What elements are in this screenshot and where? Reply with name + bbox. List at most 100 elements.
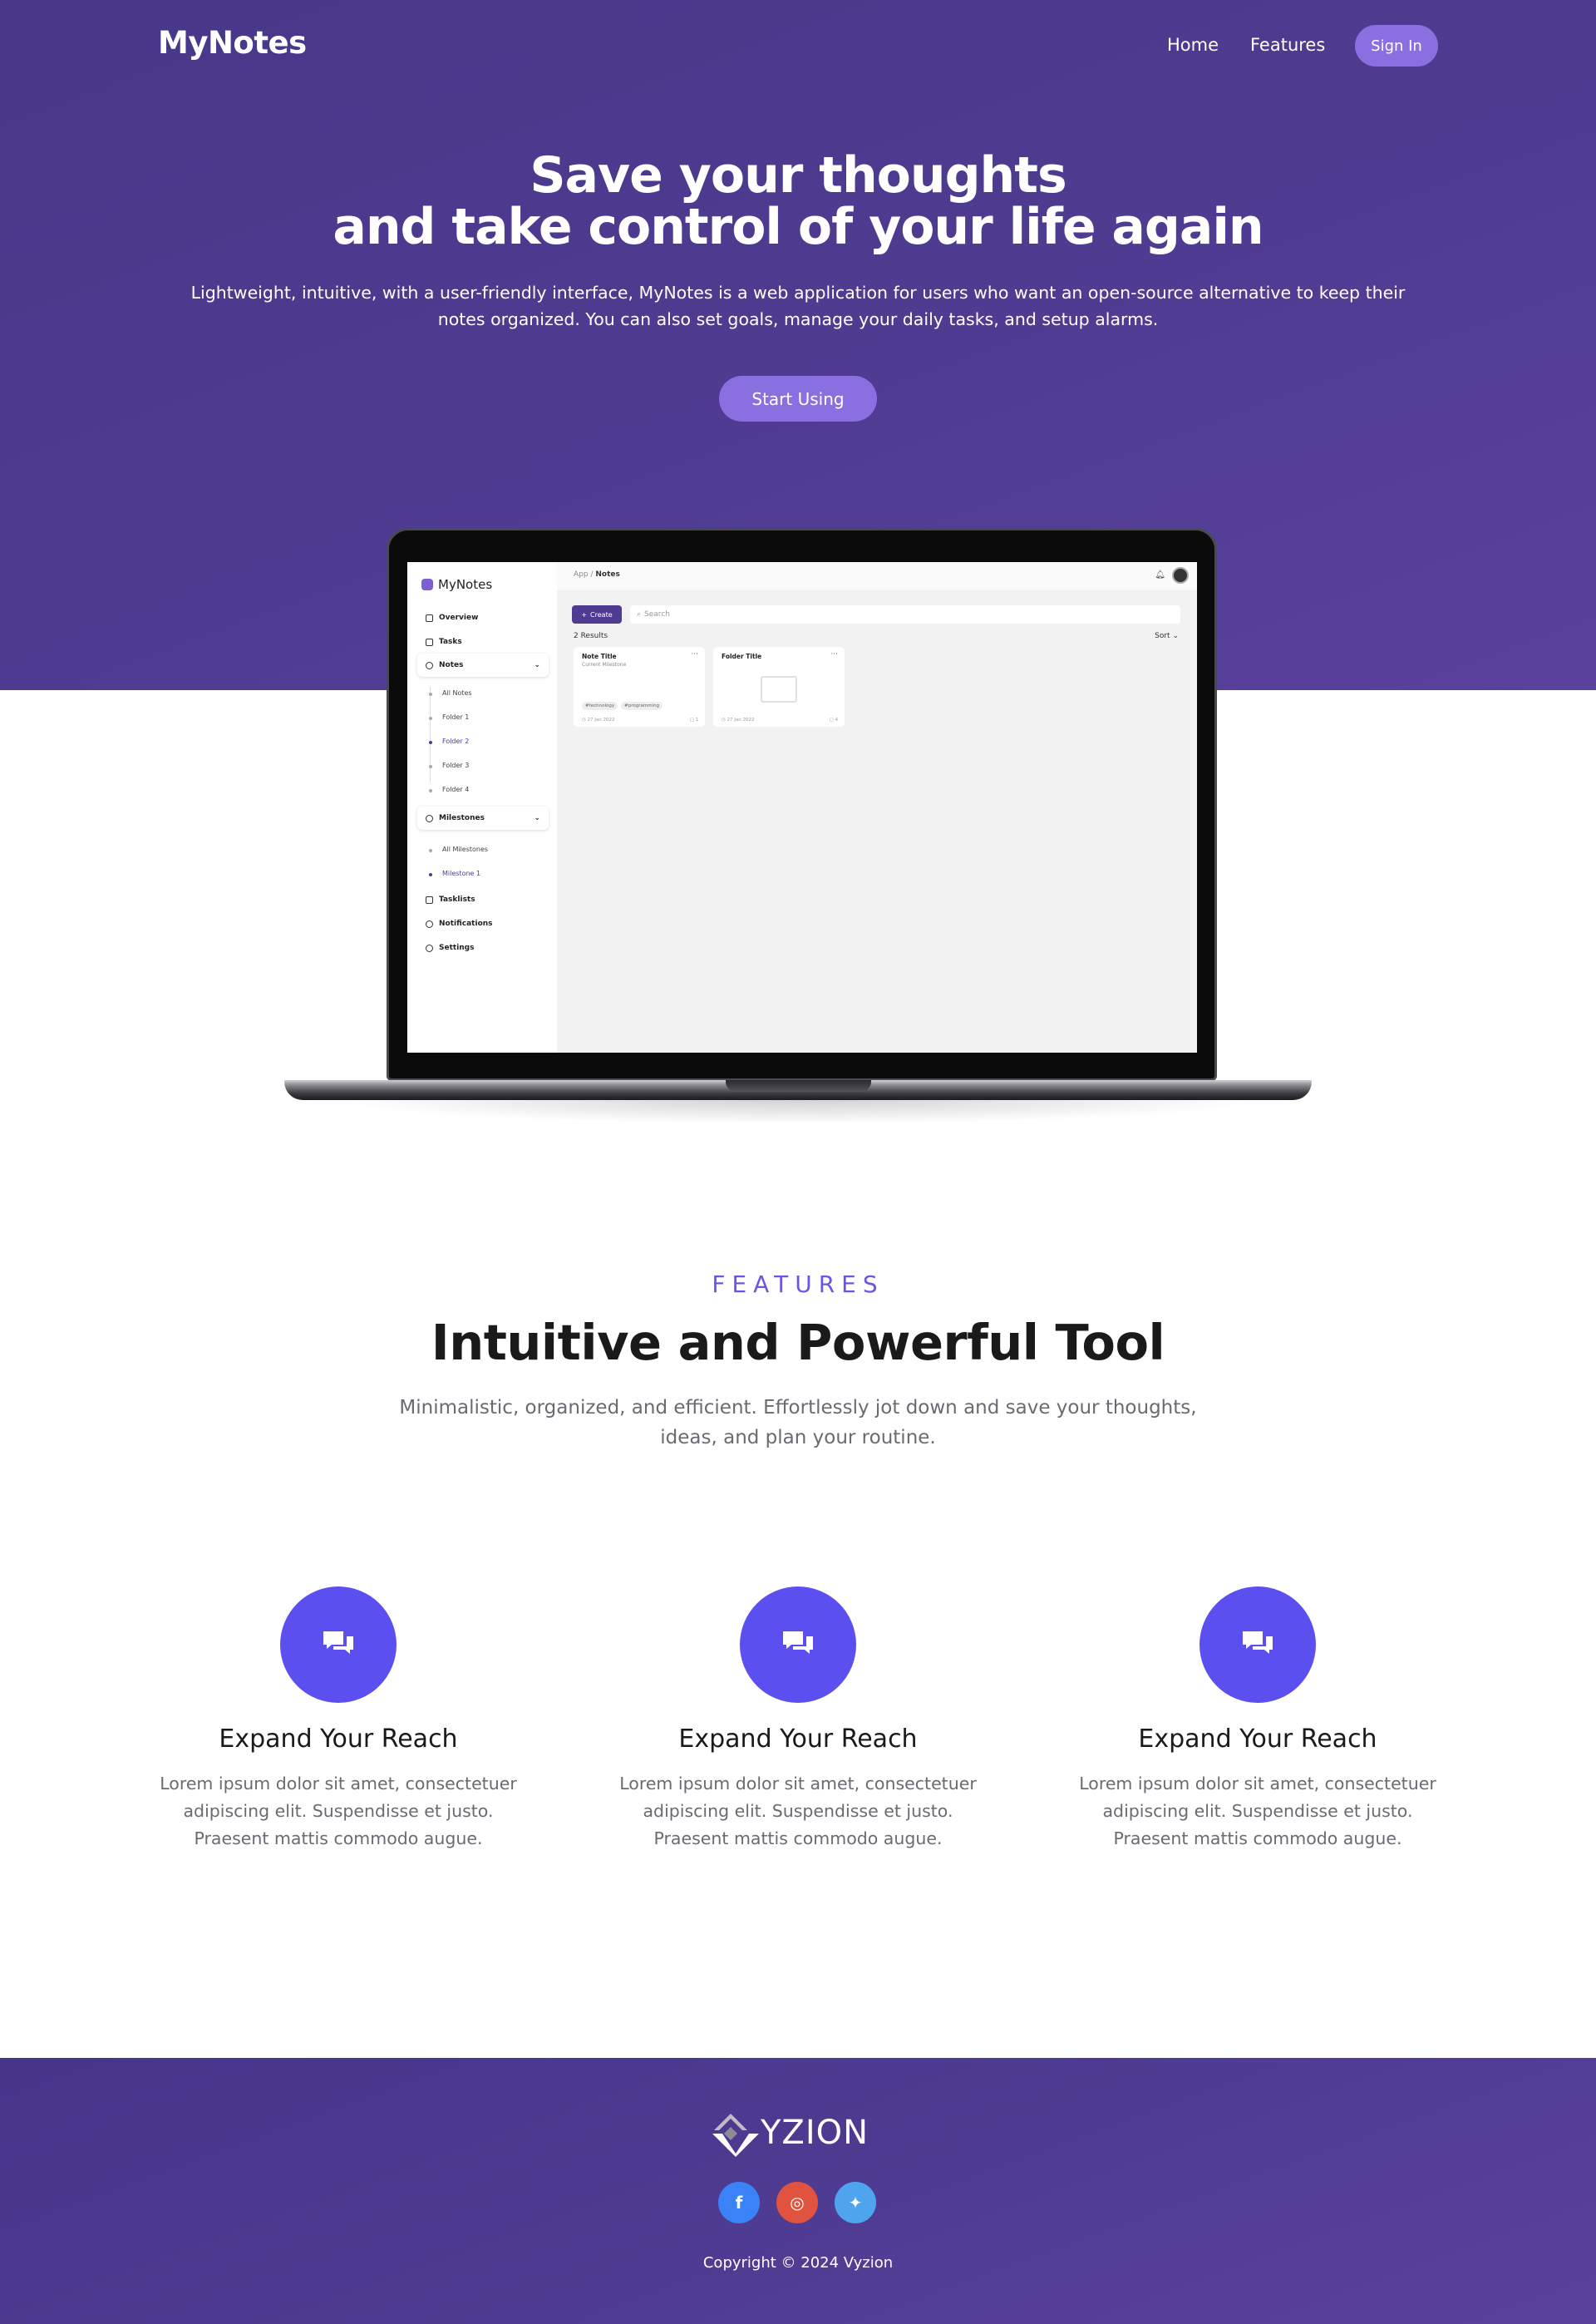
preview-folder-card[interactable]: Folder Title ··· ◷ 27 Jan 2022 ▢ 4 [713,647,845,727]
cart-icon [426,896,433,904]
note-card-count: ▢ 1 [689,718,698,723]
grid-icon [426,614,433,622]
chat-icon [426,920,433,928]
breadcrumb-root[interactable]: App / [574,570,593,579]
facebook-icon[interactable]: f [718,2182,760,2223]
preview-sidebar-tasklists[interactable]: Tasklists [426,896,475,904]
chat-bubbles-icon [323,1631,353,1654]
plus-icon: + [581,610,588,619]
hero-description: Lightweight, intuitive, with a user-frie… [190,283,1406,329]
features-description: Minimalistic, organized, and efficient. … [399,1397,1197,1448]
preview-milestone-item[interactable]: Milestone 1 [442,870,480,877]
tree-dot [429,873,432,876]
preview-folder-item[interactable]: Folder 2 [442,738,469,745]
sign-in-button[interactable]: Sign In [1355,25,1438,67]
preview-folder-item[interactable]: Folder 1 [442,713,469,721]
folder-icon [761,676,797,703]
chat-bubbles-icon [783,1631,813,1654]
preview-sidebar-label: Milestones [439,814,485,822]
note-card-tags: #technology #programming [582,702,663,710]
preview-main: App / Notes 🔔︎ + Create ⌕ Search 2 Resul… [557,562,1197,1053]
start-using-button[interactable]: Start Using [719,376,877,422]
feature-icon-circle [740,1586,856,1703]
instagram-icon[interactable]: ◎ [776,2182,818,2223]
preview-topbar [557,562,1197,590]
more-options-icon[interactable]: ··· [691,650,698,659]
tree-dot [429,849,432,852]
avatar[interactable] [1172,567,1189,584]
features-kicker: FEATURES [712,1271,884,1298]
feature-card: Expand Your Reach Lorem ipsum dolor sit … [598,1586,998,1853]
breadcrumb-current: Notes [595,570,620,579]
tag-badge[interactable]: #programming [621,702,663,710]
gear-icon [426,944,433,952]
create-label: Create [590,610,613,619]
bell-icon[interactable]: 🔔︎ [1155,570,1165,580]
note-card-subtitle: Current Milestone [582,662,627,668]
hero-title-line2: and take control of your life again [332,198,1264,256]
brand-logo[interactable]: MyNotes [158,25,307,61]
grid-icon [426,638,433,646]
tree-dot [429,693,432,696]
preview-sidebar-label: Tasklists [439,896,475,904]
preview-sidebar-label: Tasks [439,638,462,646]
preview-folder-item[interactable]: All Notes [442,689,472,697]
vyzion-logo[interactable]: YZION [711,2108,889,2158]
preview-sidebar-label: Notifications [439,920,493,928]
preview-breadcrumb: App / Notes [574,570,620,579]
date-text: 27 Jan 2022 [587,718,615,723]
preview-sidebar-notes[interactable]: Notes ⌄ [417,654,549,677]
feature-text: Lorem ipsum dolor sit amet, consectetuer… [1079,1774,1436,1848]
chevron-down-icon: ⌄ [534,661,540,669]
preview-folder-item[interactable]: Folder 4 [442,786,469,793]
preview-brand-text: MyNotes [438,577,493,592]
sort-label: Sort [1155,632,1170,640]
nav-home-link[interactable]: Home [1167,35,1219,55]
preview-logo-icon [421,579,433,590]
preview-sidebar-tasks[interactable]: Tasks [426,638,462,646]
top-nav: MyNotes Home Features Sign In [0,0,1596,91]
folder-card-title: Folder Title [722,653,762,660]
preview-sidebar-notifications[interactable]: Notifications [426,920,493,928]
hero-title-line1: Save your thoughts [530,146,1066,205]
feature-card: Expand Your Reach Lorem ipsum dolor sit … [139,1586,538,1853]
folder-card-count: ▢ 4 [829,718,839,723]
preview-note-card[interactable]: Note Title ··· Current Milestone #techno… [574,647,705,727]
feature-icon-circle [1199,1586,1316,1703]
tree-dot [429,741,432,744]
more-options-icon[interactable]: ··· [830,650,838,659]
tree-dot [429,789,432,792]
preview-sort-button[interactable]: Sort ⌄ [1155,632,1179,640]
preview-milestone-item[interactable]: All Milestones [442,846,488,853]
laptop-shadow [332,1099,1264,1124]
preview-search-input[interactable]: ⌕ Search [630,605,1180,624]
chevron-down-icon: ⌄ [1172,632,1179,640]
twitter-icon[interactable]: ✦ [835,2182,876,2223]
chevron-down-icon: ⌄ [534,814,540,822]
tag-badge[interactable]: #technology [582,702,618,710]
tree-dot [429,717,432,720]
feature-icon-circle [280,1586,397,1703]
preview-sidebar-label: Overview [439,614,479,622]
laptop-notch [726,1080,871,1092]
vyzion-mark-icon [712,2114,759,2157]
preview-sidebar-overview[interactable]: Overview [426,614,478,622]
note-card-date: ◷ 27 Jan 2022 [582,718,615,723]
search-icon: ⌕ [637,610,642,619]
feature-title: Expand Your Reach [1138,1724,1377,1754]
preview-sidebar-milestones[interactable]: Milestones ⌄ [417,807,549,830]
preview-results-count: 2 Results [574,632,608,640]
count-text: 4 [835,718,839,723]
nav-features-link[interactable]: Features [1250,35,1325,55]
preview-folder-item[interactable]: Folder 3 [442,762,469,769]
feature-card: Expand Your Reach Lorem ipsum dolor sit … [1058,1586,1457,1853]
hero-title: Save your thoughts and take control of y… [0,150,1596,253]
preview-create-button[interactable]: + Create [572,605,622,624]
preview-brand: MyNotes [421,577,492,592]
feature-title: Expand Your Reach [219,1724,458,1754]
feature-title: Expand Your Reach [678,1724,918,1754]
folder-card-date: ◷ 27 Jan 2022 [722,718,755,723]
date-text: 27 Jan 2022 [727,718,755,723]
vyzion-wordmark: YZION [761,2114,869,2152]
preview-sidebar-settings[interactable]: Settings [426,944,474,952]
